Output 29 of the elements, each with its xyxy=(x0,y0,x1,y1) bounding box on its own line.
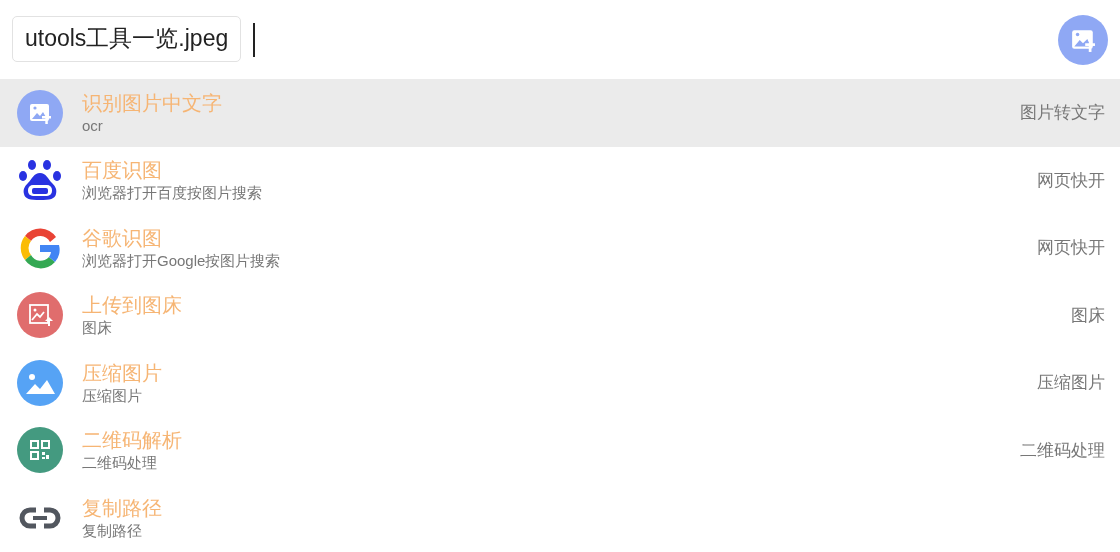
search-text: utools工具一览.jpeg xyxy=(25,24,229,53)
result-category: 网页快开 xyxy=(1037,168,1105,192)
result-title: 压缩图片 xyxy=(82,359,162,386)
result-title: 上传到图床 xyxy=(82,292,182,319)
result-title: 百度识图 xyxy=(82,157,162,184)
result-subtitle: 压缩图片 xyxy=(82,385,142,406)
text-cursor xyxy=(253,22,256,57)
image-text-icon[interactable] xyxy=(1058,14,1108,65)
result-title: 二维码解析 xyxy=(82,427,182,454)
qr-code-icon xyxy=(17,427,63,474)
landscape-icon xyxy=(17,359,63,406)
result-category: 网页快开 xyxy=(1037,236,1105,260)
result-category: 二维码处理 xyxy=(1020,438,1105,462)
result-title: 谷歌识图 xyxy=(82,224,162,251)
result-subtitle: 浏览器打开Google按图片搜索 xyxy=(82,250,281,271)
result-category: 图床 xyxy=(1071,303,1105,327)
result-subtitle: ocr xyxy=(82,115,103,136)
result-subtitle: 复制路径 xyxy=(82,520,142,541)
result-subtitle: 浏览器打开百度按图片搜索 xyxy=(82,183,262,204)
image-upload-icon xyxy=(17,292,63,339)
result-subtitle: 二维码处理 xyxy=(82,453,157,474)
result-row[interactable]: 识别图片中文字 ocr 图片转文字 xyxy=(0,79,1120,147)
result-category: 压缩图片 xyxy=(1037,371,1105,395)
image-text-icon xyxy=(17,89,63,136)
result-subtitle: 图床 xyxy=(82,318,112,339)
result-category: 图片转文字 xyxy=(1020,101,1105,125)
search-field[interactable]: utools工具一览.jpeg xyxy=(12,15,242,62)
result-title: 复制路径 xyxy=(82,494,162,521)
result-title: 识别图片中文字 xyxy=(82,89,222,116)
